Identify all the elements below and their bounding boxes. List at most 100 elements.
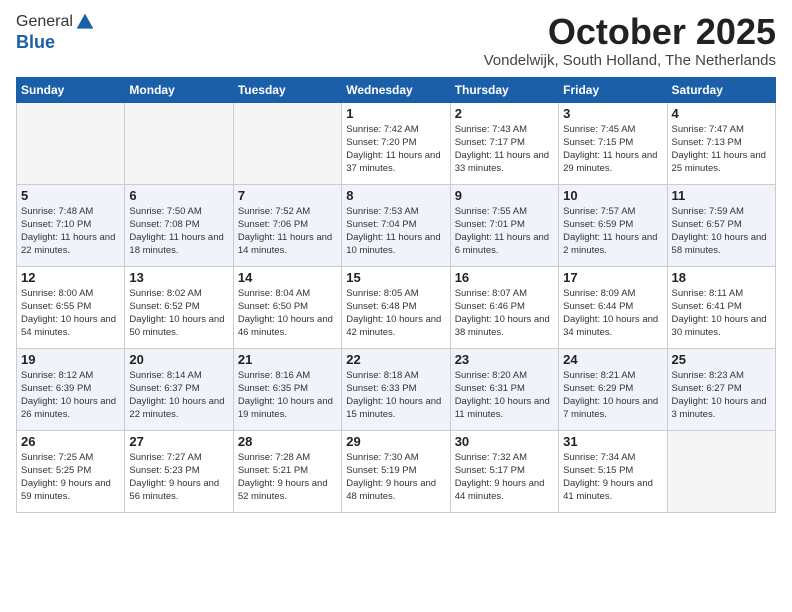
day-number: 29 bbox=[346, 434, 445, 449]
day-number: 6 bbox=[129, 188, 228, 203]
day-info: Sunrise: 8:11 AMSunset: 6:41 PMDaylight:… bbox=[672, 287, 771, 340]
calendar-cell bbox=[125, 102, 233, 184]
day-number: 8 bbox=[346, 188, 445, 203]
calendar-cell: 11Sunrise: 7:59 AMSunset: 6:57 PMDayligh… bbox=[667, 184, 775, 266]
day-number: 7 bbox=[238, 188, 337, 203]
day-info: Sunrise: 7:50 AMSunset: 7:08 PMDaylight:… bbox=[129, 205, 228, 258]
week-row-5: 26 Sunrise: 7:25 AMSunset: 5:25 PMDayligh… bbox=[17, 430, 776, 512]
calendar-cell: 17 Sunrise: 8:09 AMSunset: 6:44 PMDayligh… bbox=[559, 266, 667, 348]
weekday-header-monday: Monday bbox=[125, 77, 233, 102]
calendar-table: SundayMondayTuesdayWednesdayThursdayFrid… bbox=[16, 77, 776, 513]
day-number: 12 bbox=[21, 270, 120, 285]
calendar-cell: 14 Sunrise: 8:04 AMSunset: 6:50 PMDayligh… bbox=[233, 266, 341, 348]
calendar-cell: 23 Sunrise: 8:20 AMSunset: 6:31 PMDayligh… bbox=[450, 348, 558, 430]
day-info: Sunrise: 7:34 AMSunset: 5:15 PMDaylight:… bbox=[563, 451, 662, 504]
day-number: 18 bbox=[672, 270, 771, 285]
week-row-4: 19 Sunrise: 8:12 AMSunset: 6:39 PMDayligh… bbox=[17, 348, 776, 430]
logo-icon bbox=[75, 12, 95, 32]
logo: General Blue bbox=[16, 12, 95, 53]
calendar-cell: 6 Sunrise: 7:50 AMSunset: 7:08 PMDaylight… bbox=[125, 184, 233, 266]
day-info: Sunrise: 8:14 AMSunset: 6:37 PMDaylight:… bbox=[129, 369, 228, 422]
day-info: Sunrise: 8:04 AMSunset: 6:50 PMDaylight:… bbox=[238, 287, 337, 340]
day-info: Sunrise: 8:12 AMSunset: 6:39 PMDaylight:… bbox=[21, 369, 120, 422]
day-info: Sunrise: 7:28 AMSunset: 5:21 PMDaylight:… bbox=[238, 451, 337, 504]
header: General Blue October 2025 Vondelwijk, So… bbox=[16, 12, 776, 69]
day-info: Sunrise: 7:48 AMSunset: 7:10 PMDaylight:… bbox=[21, 205, 120, 258]
day-info: Sunrise: 7:42 AMSunset: 7:20 PMDaylight:… bbox=[346, 123, 445, 176]
calendar-cell: 1 Sunrise: 7:42 AMSunset: 7:20 PMDaylight… bbox=[342, 102, 450, 184]
day-info: Sunrise: 8:21 AMSunset: 6:29 PMDaylight:… bbox=[563, 369, 662, 422]
logo-blue-text: Blue bbox=[16, 32, 95, 53]
day-number: 13 bbox=[129, 270, 228, 285]
calendar-cell: 2 Sunrise: 7:43 AMSunset: 7:17 PMDaylight… bbox=[450, 102, 558, 184]
day-number: 19 bbox=[21, 352, 120, 367]
day-info: Sunrise: 8:09 AMSunset: 6:44 PMDaylight:… bbox=[563, 287, 662, 340]
weekday-header-sunday: Sunday bbox=[17, 77, 125, 102]
weekday-header-row: SundayMondayTuesdayWednesdayThursdayFrid… bbox=[17, 77, 776, 102]
day-info: Sunrise: 7:57 AMSunset: 6:59 PMDaylight:… bbox=[563, 205, 662, 258]
day-info: Sunrise: 7:53 AMSunset: 7:04 PMDaylight:… bbox=[346, 205, 445, 258]
day-info: Sunrise: 8:18 AMSunset: 6:33 PMDaylight:… bbox=[346, 369, 445, 422]
calendar-cell: 30Sunrise: 7:32 AMSunset: 5:17 PMDayligh… bbox=[450, 430, 558, 512]
calendar-cell: 18 Sunrise: 8:11 AMSunset: 6:41 PMDayligh… bbox=[667, 266, 775, 348]
day-number: 1 bbox=[346, 106, 445, 121]
calendar-cell: 31 Sunrise: 7:34 AMSunset: 5:15 PMDayligh… bbox=[559, 430, 667, 512]
calendar-cell: 20 Sunrise: 8:14 AMSunset: 6:37 PMDayligh… bbox=[125, 348, 233, 430]
calendar-cell: 19 Sunrise: 8:12 AMSunset: 6:39 PMDayligh… bbox=[17, 348, 125, 430]
day-info: Sunrise: 7:25 AMSunset: 5:25 PMDaylight:… bbox=[21, 451, 120, 504]
calendar-cell: 21Sunrise: 8:16 AMSunset: 6:35 PMDayligh… bbox=[233, 348, 341, 430]
calendar-cell: 8 Sunrise: 7:53 AMSunset: 7:04 PMDaylight… bbox=[342, 184, 450, 266]
month-title: October 2025 bbox=[484, 12, 776, 52]
day-number: 22 bbox=[346, 352, 445, 367]
day-number: 31 bbox=[563, 434, 662, 449]
day-info: Sunrise: 8:07 AMSunset: 6:46 PMDaylight:… bbox=[455, 287, 554, 340]
day-number: 2 bbox=[455, 106, 554, 121]
day-number: 23 bbox=[455, 352, 554, 367]
day-info: Sunrise: 7:47 AMSunset: 7:13 PMDaylight:… bbox=[672, 123, 771, 176]
calendar-cell: 28 Sunrise: 7:28 AMSunset: 5:21 PMDayligh… bbox=[233, 430, 341, 512]
calendar-cell: 22 Sunrise: 8:18 AMSunset: 6:33 PMDayligh… bbox=[342, 348, 450, 430]
day-number: 25 bbox=[672, 352, 771, 367]
day-number: 10 bbox=[563, 188, 662, 203]
calendar-cell: 25Sunrise: 8:23 AMSunset: 6:27 PMDayligh… bbox=[667, 348, 775, 430]
calendar-cell: 4Sunrise: 7:47 AMSunset: 7:13 PMDaylight… bbox=[667, 102, 775, 184]
day-info: Sunrise: 7:55 AMSunset: 7:01 PMDaylight:… bbox=[455, 205, 554, 258]
calendar-cell: 7Sunrise: 7:52 AMSunset: 7:06 PMDaylight… bbox=[233, 184, 341, 266]
week-row-2: 5 Sunrise: 7:48 AMSunset: 7:10 PMDaylight… bbox=[17, 184, 776, 266]
calendar-cell: 13 Sunrise: 8:02 AMSunset: 6:52 PMDayligh… bbox=[125, 266, 233, 348]
day-number: 26 bbox=[21, 434, 120, 449]
calendar-cell: 3 Sunrise: 7:45 AMSunset: 7:15 PMDaylight… bbox=[559, 102, 667, 184]
day-number: 17 bbox=[563, 270, 662, 285]
weekday-header-friday: Friday bbox=[559, 77, 667, 102]
week-row-1: 1 Sunrise: 7:42 AMSunset: 7:20 PMDaylight… bbox=[17, 102, 776, 184]
day-info: Sunrise: 7:59 AMSunset: 6:57 PMDaylight:… bbox=[672, 205, 771, 258]
day-number: 20 bbox=[129, 352, 228, 367]
calendar-cell: 29 Sunrise: 7:30 AMSunset: 5:19 PMDayligh… bbox=[342, 430, 450, 512]
calendar-cell: 10 Sunrise: 7:57 AMSunset: 6:59 PMDayligh… bbox=[559, 184, 667, 266]
day-info: Sunrise: 8:02 AMSunset: 6:52 PMDaylight:… bbox=[129, 287, 228, 340]
day-info: Sunrise: 7:45 AMSunset: 7:15 PMDaylight:… bbox=[563, 123, 662, 176]
week-row-3: 12 Sunrise: 8:00 AMSunset: 6:55 PMDayligh… bbox=[17, 266, 776, 348]
day-info: Sunrise: 7:43 AMSunset: 7:17 PMDaylight:… bbox=[455, 123, 554, 176]
day-number: 3 bbox=[563, 106, 662, 121]
day-number: 14 bbox=[238, 270, 337, 285]
day-info: Sunrise: 7:30 AMSunset: 5:19 PMDaylight:… bbox=[346, 451, 445, 504]
calendar-cell: 15Sunrise: 8:05 AMSunset: 6:48 PMDayligh… bbox=[342, 266, 450, 348]
logo-general-text: General bbox=[16, 13, 73, 31]
day-info: Sunrise: 8:00 AMSunset: 6:55 PMDaylight:… bbox=[21, 287, 120, 340]
day-number: 21 bbox=[238, 352, 337, 367]
title-block: October 2025 Vondelwijk, South Holland, … bbox=[484, 12, 776, 69]
calendar-cell: 12 Sunrise: 8:00 AMSunset: 6:55 PMDayligh… bbox=[17, 266, 125, 348]
day-number: 28 bbox=[238, 434, 337, 449]
calendar-cell: 9Sunrise: 7:55 AMSunset: 7:01 PMDaylight… bbox=[450, 184, 558, 266]
day-info: Sunrise: 8:20 AMSunset: 6:31 PMDaylight:… bbox=[455, 369, 554, 422]
day-number: 5 bbox=[21, 188, 120, 203]
calendar-cell: 16 Sunrise: 8:07 AMSunset: 6:46 PMDayligh… bbox=[450, 266, 558, 348]
day-number: 24 bbox=[563, 352, 662, 367]
calendar-cell: 26 Sunrise: 7:25 AMSunset: 5:25 PMDayligh… bbox=[17, 430, 125, 512]
location: Vondelwijk, South Holland, The Netherlan… bbox=[484, 52, 776, 69]
day-number: 16 bbox=[455, 270, 554, 285]
day-number: 30 bbox=[455, 434, 554, 449]
weekday-header-saturday: Saturday bbox=[667, 77, 775, 102]
calendar-cell bbox=[667, 430, 775, 512]
